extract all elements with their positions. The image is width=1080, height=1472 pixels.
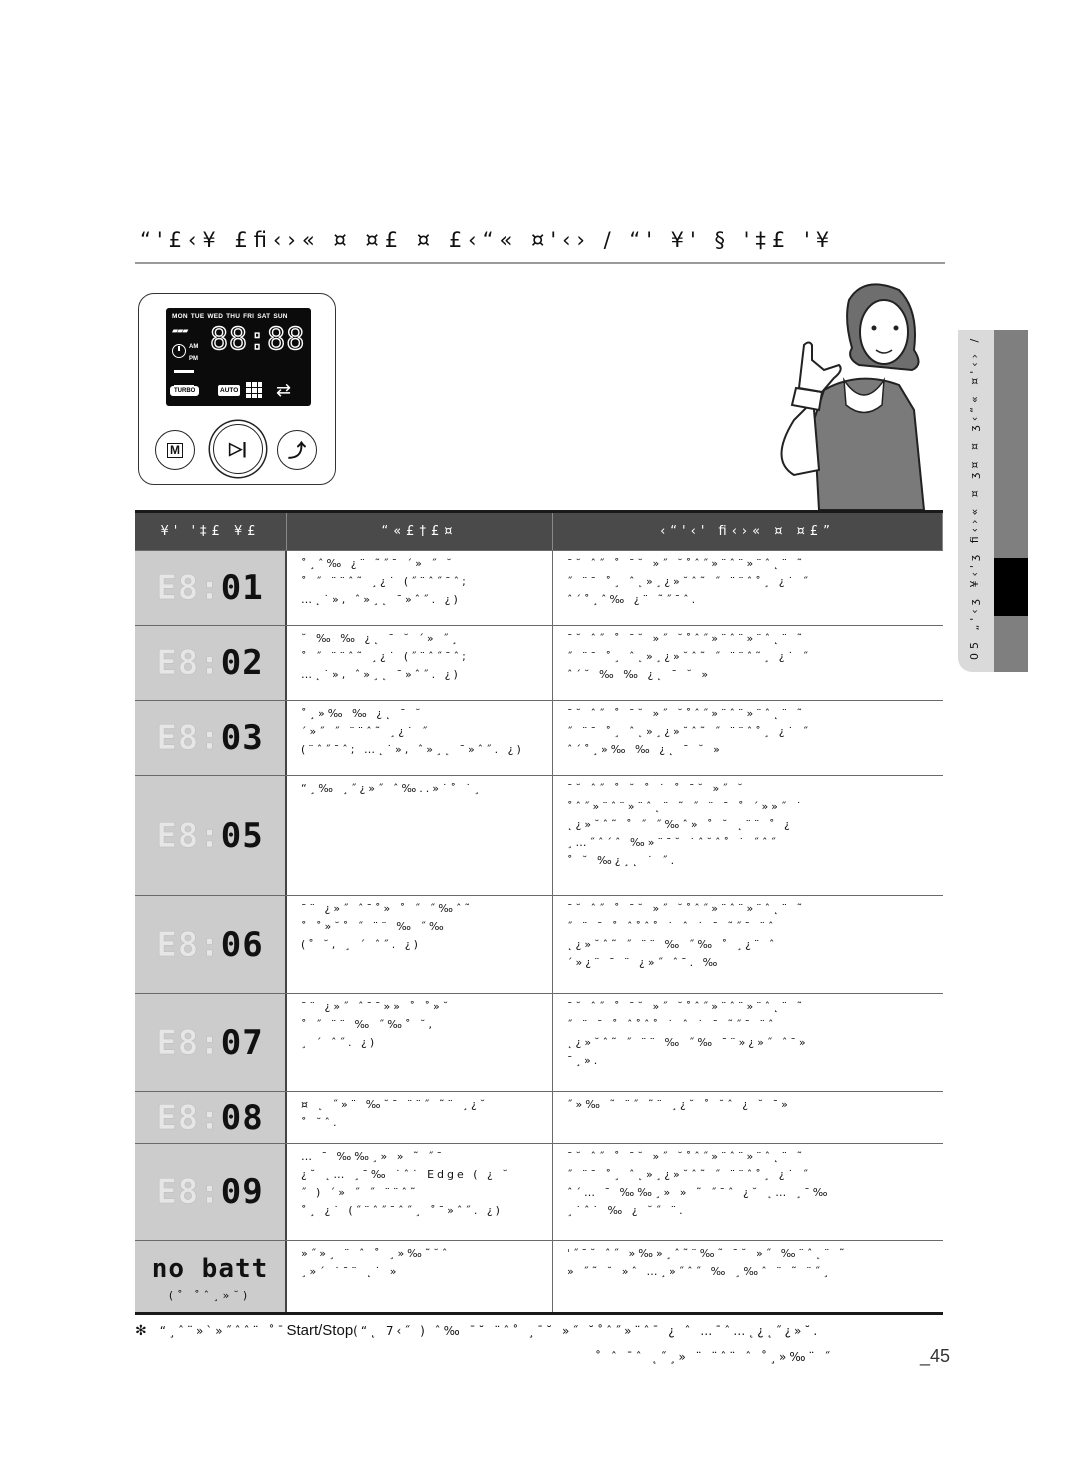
cause-cell: ˚¸»‰ ‰ ¿˛ ˉ ˘ ˊ»˝ ˝ ¨¨ˆ˜ ¸¿˙ ˝ (¨ˆ˝ˉˆ; …… (287, 701, 553, 775)
auto-icon: AUTO (218, 385, 241, 396)
chapter-tab-label: 05 „'‹ʒ ¥‹'ʒ ﬁ‹›« ¤ ʒ¤ ¤ ʒ‹“« ¤'‹› / (968, 334, 981, 660)
table-header: ¥' '‡£ ¥£ “«£†£¤ ‹“'‹' ﬁ‹›« ¤ ¤£” (135, 513, 943, 550)
day-label: MON (172, 313, 188, 320)
error-code: 01 (220, 568, 264, 608)
table-row: E8:06 ˉ¨ ¿»˝ ˆˉ˚» ˚ ˝ ˝‰ˆ˜ ˚ ˚»˘˚ ˝ ¨¨ ‰… (135, 895, 943, 993)
recharge-button[interactable]: ⤴ (277, 430, 317, 470)
error-code-cell: E8:06 (135, 896, 287, 993)
footnote-start-stop: Start/Stop (286, 1322, 354, 1339)
play-pause-icon: ▷| (229, 439, 247, 458)
spot-grid-icon (246, 382, 262, 398)
clock-digits: 88:88 (209, 322, 306, 357)
day-label: SAT (257, 313, 271, 320)
chapter-side-tab: 05 „'‹ʒ ¥‹'ʒ ﬁ‹›« ¤ ʒ¤ ¤ ʒ‹“« ¤'‹› / (958, 330, 1028, 672)
page-number: _45 (920, 1346, 951, 1366)
action-cell: ˝»‰ ˜ ¨˝ ˜¨ ¸¿˘ ˚ ˘ˆ ¿ ˘ ˉ» (567, 1098, 791, 1111)
day-label: WED (207, 313, 224, 320)
cause-cell: … ˉ ‰‰¸» » ˜ ˝ˉ ¿˘ ˛… ¸ˉ‰ ˙ˆ˙ Edge ( ¿ ˘… (287, 1144, 553, 1240)
title-divider (135, 262, 945, 264)
table-row: E8:01 ˚¸ˆ‰ ¿¨ ˜˝ˉ ˊ» ˝ ˘ ˚ ˝ ¨¨ˆ˜ ¸¿˙ (˝… (135, 550, 943, 625)
repeat-icon: ⇄ (276, 380, 292, 401)
action-cell: ˉ˘ ˆ˝ ˚ ˉ˘ »˝ ˘˚ˆ˝»¨ˆ¨»¨ˆ˛¨ ˜ ˝ ¨ˉ ˚¸ ˆ˛… (567, 632, 812, 681)
day-label: THU (226, 313, 241, 320)
error-code-cell: E8:07 (135, 994, 287, 1091)
table-row: E8:09 … ˉ ‰‰¸» » ˜ ˝ˉ ¿˘ ˛… ¸ˉ‰ ˙ˆ˙ Edge… (135, 1143, 943, 1240)
start-stop-button[interactable]: ▷| (213, 424, 263, 474)
action-cell: ˉ˘ ˆ˝ ˚ ˉ˘ »˝ ˘˚ˆ˝»¨ˆ¨»¨ˆ˛¨ ˜ ˝ ¨ ˉ ˚ ˆ˚… (567, 902, 806, 969)
table-row: E8:03 ˚¸»‰ ‰ ¿˛ ˉ ˘ ˊ»˝ ˝ ¨¨ˆ˜ ¸¿˙ ˝ (¨ˆ… (135, 700, 943, 775)
error-code: 07 (220, 1022, 264, 1063)
error-code: no batt (151, 1254, 269, 1284)
error-code-cell: no batt (˚ ˚ˆ¸»˘) (135, 1241, 287, 1312)
action-cell: ˉ˘ ˆ˝ ˚ ˉ˘ »˝ ˘˚ˆ˝»¨ˆ¨»¨ˆ˛¨ ˜ ˝ ¨ˉ ˚¸ ˆ˛… (567, 707, 812, 756)
action-cell: ˉ˘ ˆ˝ ˚ ˉ˘ »˝ ˘˚ˆ˝»¨ˆ¨»¨ˆ˛¨ ˜ ˝ ¨ˉ ˚¸ ˆ˛… (567, 1150, 831, 1217)
action-cell: ˉ˘ ˆ˝ ˚ ˘ ˚ ˙ ˚ ˉ˘ »˝ ˘ ˚ˆ˝»¨ˆ¨»¨ˆ˛¨ ˜ ˝… (567, 782, 805, 867)
cause-cell: ¤ ˛ ˝»¨ ‰˘ˉ ¨¨˝ ˜¨ ¸¿˘ ˚ ˘ˆ. (287, 1092, 553, 1143)
cause-cell: »˝»¸ ¨ ˆ ˚ ¸»‰˜˘ˆ ¸»ˊ ˙ˉ¨ ˛˙ » (287, 1241, 553, 1312)
footnote: ✻ “¸ˆ¨»ˋ»˝ˆˆ¨ ˚ˉStart/Stop(“˛ 7‹˝ ) ˆ‰ ˉ˘… (135, 1322, 945, 1339)
note-star-icon: ✻ (135, 1323, 150, 1339)
header-action: ‹“'‹' ﬁ‹›« ¤ ¤£” (553, 513, 943, 550)
error-code-cell: E8:08 (135, 1092, 287, 1143)
am-label: AM (189, 344, 199, 350)
header-code: ¥' '‡£ ¥£ (135, 513, 287, 550)
header-cause: “«£†£¤ (287, 513, 553, 550)
table-row: E8:08 ¤ ˛ ˝»¨ ‰˘ˉ ¨¨˝ ˜¨ ¸¿˘ ˚ ˘ˆ. ˝»‰ ˜… (135, 1091, 943, 1143)
brush-icon (174, 370, 194, 387)
error-code: 05 (220, 815, 264, 856)
cause-cell: ˘ ‰ ‰ ¿˛ ˉ ˘ ˊ» ˝¸ ˚ ˝ ¨¨ˆ˜ ¸¿˙ (˝¨ˆ˝ˉˆ;… (287, 626, 553, 700)
error-code-cell: E8:03 (135, 701, 287, 775)
footnote-line-2: ˚ ˆ ˉˆ ˛˝¸» ¨ ¨ˆ¨ ˆ ˚¸»‰¨ ˝ (595, 1350, 834, 1364)
battery-icon: ▰▰▰ (172, 326, 189, 335)
error-code: 02 (220, 643, 264, 683)
day-label: TUE (190, 313, 205, 320)
cause-cell: “¸‰ ¸˝¿»˝ ˆ‰..»˙˚ ˙¸ (287, 776, 553, 895)
action-cell: ˉ˘ ˆ˝ ˚ ˉ˘ »˝ ˘˚ˆ˝»¨ˆ¨»¨ˆ˛¨ ˜ ˝ ¨ ˉ ˚ ˆ˚… (567, 1000, 809, 1067)
error-code: 03 (220, 718, 264, 758)
cause-cell: ˚¸ˆ‰ ¿¨ ˜˝ˉ ˊ» ˝ ˘ ˚ ˝ ¨¨ˆ˜ ¸¿˙ (˝¨ˆ˝ˉˆ;… (287, 551, 553, 625)
day-label: SUN (273, 313, 288, 320)
cause-cell: ˉ¨ ¿»˝ ˆˉˉ»» ˚ ˚»˘ ˚ ˝ ¨¨ ‰ ˝‰˚ ˘, ¸ ˊ ˆ… (287, 994, 553, 1091)
table-row: no batt (˚ ˚ˆ¸»˘) »˝»¸ ¨ ˆ ˚ ¸»‰˜˘ˆ ¸»ˊ … (135, 1240, 943, 1312)
error-code: 08 (220, 1097, 264, 1138)
error-code-cell: E8:01 (135, 551, 287, 625)
action-cell: ˉ˘ ˆ˝ ˚ ˉ˘ »˝ ˘˚ˆ˝»¨ˆ¨»¨ˆ˛¨ ˜ ˝ ¨ˉ ˚¸ ˆ˛… (567, 557, 812, 606)
timer-icon (172, 344, 186, 358)
action-cell: ˈ˝ˉ˘ ˆ˝ »‰»¸ˆ˜¨‰˜ ˉ˘ »˝ ‰¨ˆ˛¨ ˜ » ˝˜ ˘ »… (567, 1247, 848, 1278)
turbo-icon: TURBO (170, 386, 200, 396)
weekday-labels: MON TUE WED THU FRI SAT SUN (172, 313, 291, 320)
pm-label: PM (189, 356, 198, 362)
table-row: E8:05 “¸‰ ¸˝¿»˝ ˆ‰..»˙˚ ˙¸ ˉ˘ ˆ˝ ˚ ˘ ˚ ˙… (135, 775, 943, 895)
footnote-text-after: (“˛ 7‹˝ ) ˆ‰ ˉ˘ ¨ˆ˚ ¸ˉ˘ »˝ ˘˚ˆ˝»¨ˆˉ ¿ ˆ … (353, 1324, 821, 1338)
error-code-cell: E8:02 (135, 626, 287, 700)
mode-icon: M (167, 442, 183, 458)
error-code-note: (˚ ˚ˆ¸»˘) (168, 1289, 252, 1302)
page-title: “'£‹¥ £ﬁ‹›« ¤ ¤£ ¤ £‹“« ¤'‹› / “' ¥' § '… (140, 228, 836, 252)
day-label: FRI (243, 313, 255, 320)
error-code: 09 (220, 1172, 264, 1212)
lcd-display: MON TUE WED THU FRI SAT SUN ▰▰▰ AM PM 88:88 TU… (166, 308, 311, 406)
face (859, 299, 909, 365)
error-code-cell: E8:09 (135, 1144, 287, 1240)
active-chapter-marker (994, 558, 1028, 616)
table-row: E8:02 ˘ ‰ ‰ ¿˛ ˉ ˘ ˊ» ˝¸ ˚ ˝ ¨¨ˆ˜ ¸¿˙ (˝… (135, 625, 943, 700)
cause-cell: ˉ¨ ¿»˝ ˆˉ˚» ˚ ˝ ˝‰ˆ˜ ˚ ˚»˘˚ ˝ ¨¨ ‰ ˝‰ (˚… (287, 896, 553, 993)
error-code-table: ¥' '‡£ ¥£ “«£†£¤ ‹“'‹' ﬁ‹›« ¤ ¤£” E8:01 … (135, 510, 943, 1315)
recharge-icon: ⤴ (288, 441, 306, 461)
error-code: 06 (220, 924, 264, 965)
mode-button[interactable]: M (155, 430, 195, 470)
woman-pointing-illustration (780, 283, 926, 510)
error-code-cell: E8:05 (135, 776, 287, 895)
table-row: E8:07 ˉ¨ ¿»˝ ˆˉˉ»» ˚ ˚»˘ ˚ ˝ ¨¨ ‰ ˝‰˚ ˘,… (135, 993, 943, 1091)
footnote-text-before: “¸ˆ¨»ˋ»˝ˆˆ¨ ˚ˉ (159, 1324, 287, 1338)
